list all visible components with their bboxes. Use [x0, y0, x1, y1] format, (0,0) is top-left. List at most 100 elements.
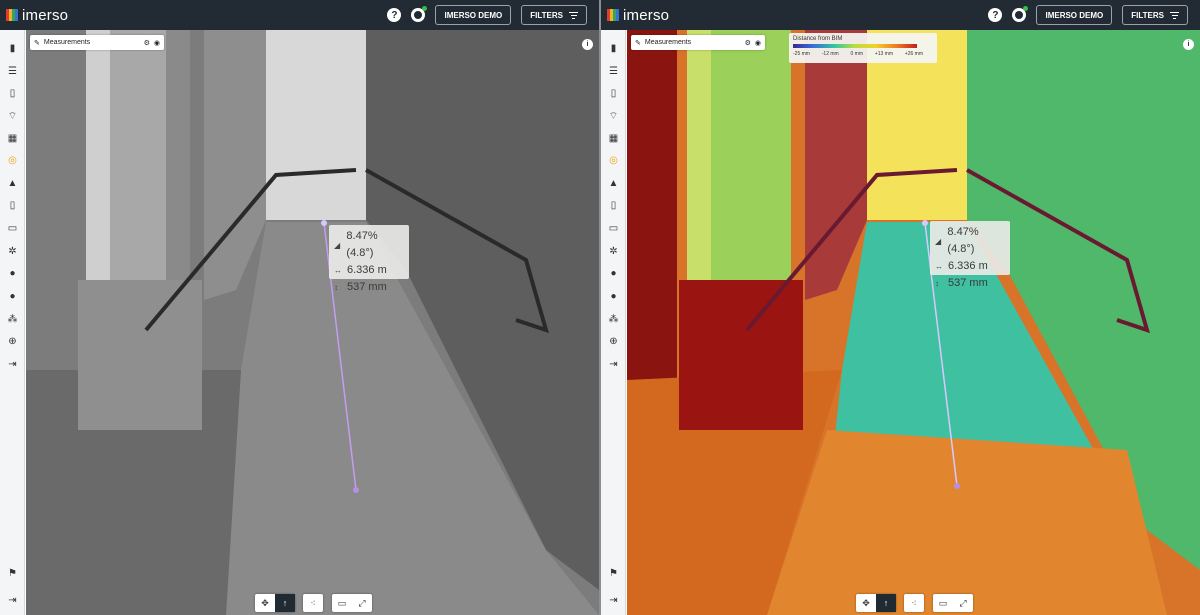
bar-chart-icon[interactable]: ▮ — [607, 43, 620, 54]
target-icon[interactable]: ◎ — [607, 155, 620, 166]
project-button[interactable]: IMERSO DEMO — [435, 5, 512, 25]
deviation-legend: Distance from BIM -25 mm -12 mm 0 mm +13… — [789, 33, 937, 63]
signal-icon[interactable]: ⌔ — [6, 111, 19, 122]
globe-icon[interactable]: ⊕ — [6, 336, 19, 347]
brand-name: imerso — [22, 6, 69, 24]
filter-lines-icon — [1170, 11, 1179, 19]
move-icon[interactable]: ✥ — [255, 594, 275, 612]
filters-button[interactable]: FILTERS — [1122, 5, 1188, 25]
legend-tick: -25 mm — [793, 51, 810, 57]
fullscreen-icon[interactable]: ⤢ — [352, 594, 372, 612]
eye-icon[interactable]: ◉ — [755, 39, 761, 47]
viewer-toolbar: ✥ ↑ ⁖ ▭ ⤢ — [26, 594, 599, 612]
filters-label: FILTERS — [530, 10, 563, 20]
walk-icon[interactable]: ↑ — [876, 594, 896, 612]
document-icon[interactable]: ▯ — [607, 88, 620, 99]
pdf-icon[interactable]: ▯ — [6, 200, 19, 211]
collapse-icon[interactable]: ⇥ — [607, 595, 620, 606]
slope-value: 8.47% (4.8°) — [947, 226, 979, 255]
frame-icon[interactable]: ▭ — [607, 223, 620, 234]
brand[interactable]: imerso — [607, 7, 669, 24]
legend-tick: +26 mm — [904, 51, 923, 57]
info-button[interactable]: i — [582, 39, 593, 50]
distance-value: 6.336 m — [347, 264, 387, 276]
legend-tick: 0 mm — [850, 51, 864, 57]
cluster-icon[interactable]: ⁂ — [6, 314, 19, 325]
team-icon[interactable]: ● — [6, 268, 19, 279]
screen-icon[interactable]: ▭ — [933, 594, 953, 612]
legend-tick: -12 mm — [821, 51, 839, 57]
help-button[interactable]: ? — [988, 8, 1003, 22]
logout-icon[interactable]: ⇥ — [607, 359, 620, 370]
move-icon[interactable]: ✥ — [856, 594, 876, 612]
measurements-panel[interactable]: ✎ Measurements ⚙ ◉ — [30, 35, 164, 50]
height-icon: ↕ — [334, 283, 338, 292]
floorplan-icon[interactable]: ▦ — [607, 133, 620, 144]
logout-icon[interactable]: ⇥ — [6, 359, 19, 370]
settings-icon[interactable]: ✲ — [607, 246, 620, 257]
project-button[interactable]: IMERSO DEMO — [1036, 5, 1113, 25]
logo-icon — [6, 9, 18, 21]
measurements-panel[interactable]: ✎ Measurements ⚙ ◉ — [631, 35, 765, 50]
question-icon: ? — [391, 9, 398, 21]
floorplan-icon[interactable]: ▦ — [6, 133, 19, 144]
share-icon[interactable]: ⁖ — [904, 594, 924, 612]
settings-icon[interactable]: ✲ — [6, 246, 19, 257]
legend-tick: +13 mm — [874, 51, 893, 57]
pencil-icon[interactable]: ✎ — [635, 39, 641, 47]
measurement-tooltip: ◢ 8.47% (4.8°) ↔ 6.336 m ↕ 537 mm — [930, 221, 1010, 289]
info-icon: i — [1187, 41, 1190, 48]
frame-icon[interactable]: ▭ — [6, 223, 19, 234]
measurement-tooltip: ◢ 8.47% (4.8°) ↔ 6.336 m ↕ 537 mm — [329, 225, 409, 293]
sliders-icon[interactable]: ⚙ — [144, 39, 150, 47]
list-icon[interactable]: ☰ — [6, 66, 19, 77]
height-icon: ↕ — [935, 279, 939, 288]
user-icon[interactable]: ● — [6, 291, 19, 302]
info-button[interactable]: i — [1183, 39, 1194, 50]
project-label: IMERSO DEMO — [1045, 10, 1104, 20]
signal-icon[interactable]: ⌔ — [607, 111, 620, 122]
sliders-icon[interactable]: ⚙ — [745, 39, 751, 47]
slope-value: 8.47% (4.8°) — [346, 230, 378, 259]
globe-icon[interactable]: ⊕ — [607, 336, 620, 347]
cluster-icon[interactable]: ⁂ — [607, 314, 620, 325]
screen-icon[interactable]: ▭ — [332, 594, 352, 612]
pencil-icon[interactable]: ✎ — [34, 39, 40, 47]
top-bar: imerso ? IMERSO DEMO FILTERS — [0, 0, 599, 30]
eye-icon[interactable]: ◉ — [154, 39, 160, 47]
share-icon[interactable]: ⁖ — [303, 594, 323, 612]
point-cloud-viewport[interactable]: ✎ Measurements ⚙ ◉ Distance from BIM -25… — [627, 30, 1200, 615]
measurements-title: Measurements — [43, 39, 91, 46]
right-viewer-pane: imerso ? IMERSO DEMO FILTERS ▮ ☰ ▯ ⌔ ▦ ◎… — [601, 0, 1200, 615]
project-label: IMERSO DEMO — [444, 10, 503, 20]
team-icon[interactable]: ● — [607, 268, 620, 279]
brand-name: imerso — [623, 6, 670, 24]
flag-icon[interactable]: ⚑ — [607, 568, 620, 579]
collapse-icon[interactable]: ⇥ — [6, 595, 19, 606]
target-icon[interactable]: ◎ — [6, 155, 19, 166]
fullscreen-icon[interactable]: ⤢ — [953, 594, 973, 612]
help-button[interactable]: ? — [387, 8, 402, 22]
distance-value: 6.336 m — [948, 260, 988, 272]
distance-icon: ↔ — [935, 262, 943, 271]
deviation-scan-image — [627, 30, 1200, 615]
walk-icon[interactable]: ↑ — [275, 594, 295, 612]
slope-icon: ◢ — [334, 240, 341, 250]
top-bar: imerso ? IMERSO DEMO FILTERS — [601, 0, 1200, 30]
brand[interactable]: imerso — [6, 7, 68, 24]
building-icon[interactable]: ▲ — [6, 178, 19, 189]
list-icon[interactable]: ☰ — [607, 66, 620, 77]
question-icon: ? — [992, 9, 999, 21]
info-icon: i — [586, 41, 589, 48]
user-status-icon[interactable] — [1012, 6, 1029, 22]
filters-button[interactable]: FILTERS — [521, 5, 587, 25]
flag-icon[interactable]: ⚑ — [6, 568, 19, 579]
building-icon[interactable]: ▲ — [607, 178, 620, 189]
bar-chart-icon[interactable]: ▮ — [6, 43, 19, 54]
user-icon[interactable]: ● — [607, 291, 620, 302]
user-status-icon[interactable] — [411, 6, 428, 22]
pdf-icon[interactable]: ▯ — [607, 200, 620, 211]
legend-title: Distance from BIM — [793, 36, 843, 42]
document-icon[interactable]: ▯ — [6, 88, 19, 99]
point-cloud-viewport[interactable]: ✎ Measurements ⚙ ◉ i ◢ 8.47% (4.8°) ↔ 6.33… — [26, 30, 599, 615]
